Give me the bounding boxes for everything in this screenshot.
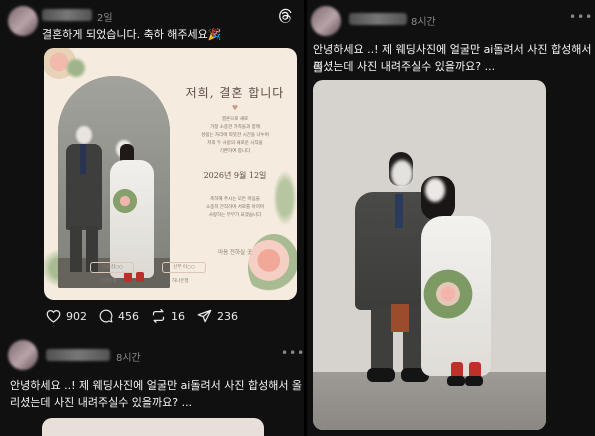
more-dots-icon[interactable]: ••• [569,10,593,24]
bride-shoe [447,376,465,386]
repost-count: 16 [171,309,185,323]
flower-decoration-icon [248,234,297,300]
invitation-title: 저희, 결혼 합니다 [185,86,285,100]
comment-count: 456 [118,309,139,323]
stool [391,304,409,332]
post-time: 8시간 [411,17,436,28]
account-section-title: 마음 전하실 곳 [218,250,252,256]
invitation-line: 저희 두 사람의 새로운 시작을 [207,141,263,146]
groom-tie [80,144,86,174]
wedding-invitation-image[interactable]: 저희, 결혼 합니다 ♥ 결혼으로 새로 가정 소중한 가족들과 함께 성립는 … [44,48,297,300]
author-name-blurred[interactable] [46,349,110,361]
bouquet-icon [419,268,477,320]
groom-leg [371,306,393,372]
heart-icon: ♥ [231,104,239,112]
threads-logo-icon[interactable] [277,8,293,24]
author-name-blurred[interactable] [349,13,407,25]
groom-tie [395,194,403,228]
invitation-line: 소중히 간직하며 서로를 아끼며 [205,205,265,210]
groom-leg [70,226,82,272]
repost-button[interactable]: 16 [151,309,185,323]
bride-account-box: 신부 이○○ [162,262,206,273]
more-dots-icon[interactable]: ••• [281,346,304,360]
invitation-date: 2026년 9월 12일 [203,171,267,180]
groom-face-blurred [76,126,92,144]
post-text-line: 안녕하세요 ..! 제 웨딩사진에 얼굴만 ai돌려서 사진 합성해서 올 [10,379,303,392]
invitation-preview-cropped[interactable] [42,418,264,436]
post-time: 2일 [97,13,113,24]
share-count: 236 [217,309,238,323]
bride-bank: 하나은행 [172,279,189,284]
post-text-line: 리셨는데 사진 내려주실수 있을까요? ... [10,396,193,409]
feed-pane-left: 2일 결혼하게 되었습니다. 축하 해주세요🎉 저희, 결혼 합니다 ♥ 결혼으… [0,0,304,436]
invitation-line: 성립는 자리에 따뜻한 시간을 나누며 [201,133,269,138]
post-text-line: 리셨는데 사진 내려주실수 있을까요? ... [313,60,496,73]
comment-icon [99,309,113,323]
bride-sock [124,272,132,282]
author-avatar[interactable] [8,340,38,370]
bride-dress [110,160,154,278]
repost-icon [152,309,165,323]
invitation-line: 가정 소중한 가족들과 함께 [210,125,260,130]
like-button[interactable]: 902 [46,309,87,323]
bouquet-icon [110,188,140,214]
share-icon [197,309,212,323]
author-avatar[interactable] [311,6,341,36]
invitation-line: 결혼으로 새로 [221,117,249,122]
share-button[interactable]: 236 [197,309,238,323]
invitation-line: 사랑하는 부부가 되겠습니다 [208,213,262,218]
author-name-blurred[interactable] [42,9,92,21]
wedding-photo[interactable] [313,80,546,430]
post-text: 결혼하게 되었습니다. 축하 해주세요🎉 [42,28,222,41]
heart-icon [46,309,61,323]
feed-pane-right: 8시간 ••• 안녕하세요 ..! 제 웨딩사진에 얼굴만 ai돌려서 사진 합… [307,0,595,436]
groom-bank: 신한은행 [100,279,117,284]
bride-sock [136,272,144,282]
post-time: 8시간 [116,353,141,364]
comment-button[interactable]: 456 [99,309,139,323]
bride-face-blurred [425,178,445,202]
like-count: 902 [66,309,87,323]
bride-shoe [465,376,483,386]
groom-account-box: 신랑 김○○ [90,262,134,273]
groom-shoe [367,368,395,382]
groom-face-blurred [391,160,413,188]
invitation-line: 기쁜하여 합니다 [219,149,251,154]
invitation-line: 축하해 주시는 모든 마음을 [210,197,260,202]
couple-photo [58,76,170,288]
author-avatar[interactable] [8,6,38,36]
